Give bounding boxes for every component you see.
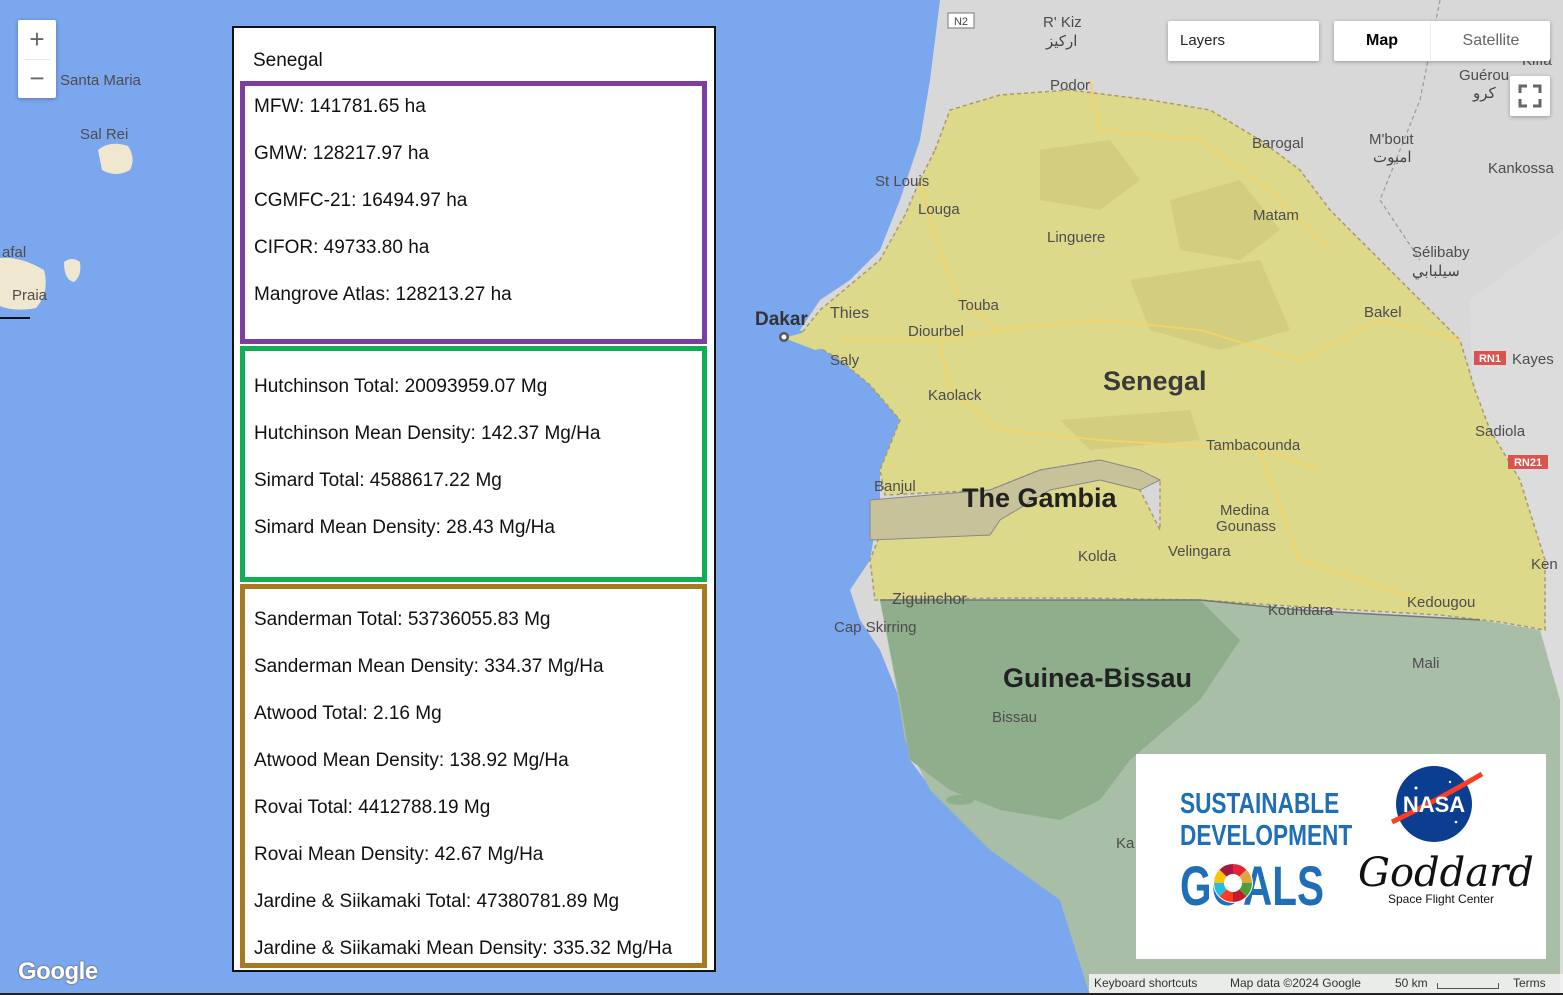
city-label: Bissau xyxy=(992,709,1038,726)
country-label-guinea-bissau: Guinea-Bissau xyxy=(1003,663,1193,693)
city-label: Kaolack xyxy=(928,387,982,404)
zoom-divider xyxy=(24,59,50,60)
stat-row: GMW: 128217.97 ha xyxy=(254,143,429,164)
sdg-logo-line: SUSTAINABLE xyxy=(1180,788,1340,820)
keyboard-shortcuts-link[interactable]: Keyboard shortcuts xyxy=(1094,976,1197,990)
nasa-logo-text: NASA xyxy=(1403,792,1465,817)
city-label: Barogal xyxy=(1252,135,1304,152)
city-label: Kayes xyxy=(1512,351,1554,368)
stat-row: CGMFC-21: 16494.97 ha xyxy=(254,190,468,211)
sdg-goals-logo: GOALS xyxy=(1180,855,1324,911)
zoom-in-button[interactable]: + xyxy=(18,20,56,59)
city-label: Tambacounda xyxy=(1206,437,1301,454)
city-label: Sadiola xyxy=(1475,423,1526,440)
stat-row: Mangrove Atlas: 128213.27 ha xyxy=(254,284,512,305)
country-label-gambia: The Gambia xyxy=(962,483,1117,513)
goddard-subtitle: Space Flight Center xyxy=(1388,892,1495,906)
city-label: Louga xyxy=(918,201,960,218)
zoom-control: + − xyxy=(18,20,56,98)
mangrove-area-group: MFW: 141781.65 ha GMW: 128217.97 ha CGMF… xyxy=(240,81,707,344)
stat-row: Hutchinson Mean Density: 142.37 Mg/Ha xyxy=(254,423,601,444)
city-label: Gounass xyxy=(1216,518,1277,535)
city-label: Saly xyxy=(830,352,860,369)
scale-bar xyxy=(1437,983,1499,989)
fullscreen-button[interactable] xyxy=(1510,76,1550,116)
map-type-satellite-button[interactable]: Satellite xyxy=(1430,21,1551,61)
nasa-logo: NASA xyxy=(1390,766,1484,842)
city-label: Velingara xyxy=(1168,543,1231,560)
city-label: Matam xyxy=(1253,207,1299,224)
city-label: Sélibaby xyxy=(1412,244,1470,261)
road-shield-n2: N2 xyxy=(954,16,968,28)
city-label: afal xyxy=(2,244,27,261)
stat-row: Hutchinson Total: 20093959.07 Mg xyxy=(254,376,548,397)
stat-row: Atwood Total: 2.16 Mg xyxy=(254,703,442,724)
city-label: Bakel xyxy=(1364,304,1402,321)
layers-dropdown[interactable]: Layers xyxy=(1168,21,1319,61)
city-label: St Louis xyxy=(875,173,930,190)
city-label: Cap Skirring xyxy=(834,619,917,636)
city-label: Sal Rei xyxy=(80,126,129,143)
stat-row: Jardine & Siikamaki Mean Density: 335.32… xyxy=(254,938,673,959)
stat-row: Rovai Mean Density: 42.67 Mg/Ha xyxy=(254,844,544,865)
arabic-label: امبوت xyxy=(1373,149,1412,166)
fullscreen-icon xyxy=(1518,84,1542,108)
map-attribution-bar: Keyboard shortcuts Map data ©2024 Google… xyxy=(1089,974,1563,993)
google-logo[interactable]: Google xyxy=(18,958,98,986)
stat-row: Jardine & Siikamaki Total: 47380781.89 M… xyxy=(254,891,620,912)
country-label-senegal: Senegal xyxy=(1103,366,1207,396)
logo-panel: SUSTAINABLE DEVELOPMENT GOALS NASA Godda… xyxy=(1136,754,1546,959)
city-label: M'bout xyxy=(1369,131,1414,148)
city-label: Touba xyxy=(958,297,999,314)
zoom-out-button[interactable]: − xyxy=(18,59,56,98)
city-label: Mali xyxy=(1412,655,1440,672)
city-label: Kankossa xyxy=(1488,160,1554,177)
sdg-logo-line: DEVELOPMENT xyxy=(1180,820,1353,852)
layers-label: Layers xyxy=(1180,32,1226,49)
city-label: Ziguinchor xyxy=(892,591,967,608)
panel-title: Senegal xyxy=(253,50,323,71)
stat-row: Simard Total: 4588617.22 Mg xyxy=(254,470,502,491)
city-label: Ka xyxy=(1116,835,1135,852)
biomass-group: Hutchinson Total: 20093959.07 Mg Hutchin… xyxy=(240,346,707,582)
stat-row: Sanderman Mean Density: 334.37 Mg/Ha xyxy=(254,656,604,677)
road-shield-rn21: RN21 xyxy=(1514,457,1542,469)
soil-carbon-group: Sanderman Total: 53736055.83 Mg Sanderma… xyxy=(240,584,707,968)
city-label: Diourbel xyxy=(908,323,964,340)
city-label: Podor xyxy=(1050,77,1091,94)
city-label: Kolda xyxy=(1078,548,1117,565)
arabic-label: كرو xyxy=(1473,85,1496,102)
city-label: R' Kiz xyxy=(1043,14,1082,31)
info-panel: Senegal MFW: 141781.65 ha GMW: 128217.97… xyxy=(232,26,716,972)
stat-row: MFW: 141781.65 ha xyxy=(254,96,426,117)
map-data-attribution: Map data ©2024 Google xyxy=(1230,976,1361,990)
map-type-map-button[interactable]: Map xyxy=(1334,21,1430,61)
sdg-wheel-icon xyxy=(1213,863,1253,903)
arabic-label: سيلبابي xyxy=(1412,263,1460,280)
goddard-logo: Goddard xyxy=(1358,850,1534,896)
stat-row: Rovai Total: 4412788.19 Mg xyxy=(254,797,491,818)
scale-label[interactable]: 50 km xyxy=(1395,976,1428,990)
arabic-label: اركيز xyxy=(1046,33,1078,50)
city-label: Ken xyxy=(1531,556,1558,573)
city-label: Dakar xyxy=(755,309,808,330)
terms-link[interactable]: Terms xyxy=(1513,976,1546,990)
city-label: Thies xyxy=(830,305,870,322)
city-label: Medina xyxy=(1220,502,1270,519)
stat-row: CIFOR: 49733.80 ha xyxy=(254,237,430,258)
map-type-control: Map Satellite xyxy=(1334,21,1550,61)
city-label: Kedougou xyxy=(1407,594,1476,611)
city-label: Koundara xyxy=(1268,602,1334,619)
city-label: Guérou xyxy=(1459,67,1510,84)
city-label: Linguere xyxy=(1047,229,1106,246)
city-label: Banjul xyxy=(874,478,916,495)
stat-row: Simard Mean Density: 28.43 Mg/Ha xyxy=(254,517,555,538)
stat-row: Sanderman Total: 53736055.83 Mg xyxy=(254,609,551,630)
city-label: Praia xyxy=(12,287,48,304)
stat-row: Atwood Mean Density: 138.92 Mg/Ha xyxy=(254,750,569,771)
city-label: Santa Maria xyxy=(60,72,141,89)
road-shield-rn1: RN1 xyxy=(1479,353,1501,365)
